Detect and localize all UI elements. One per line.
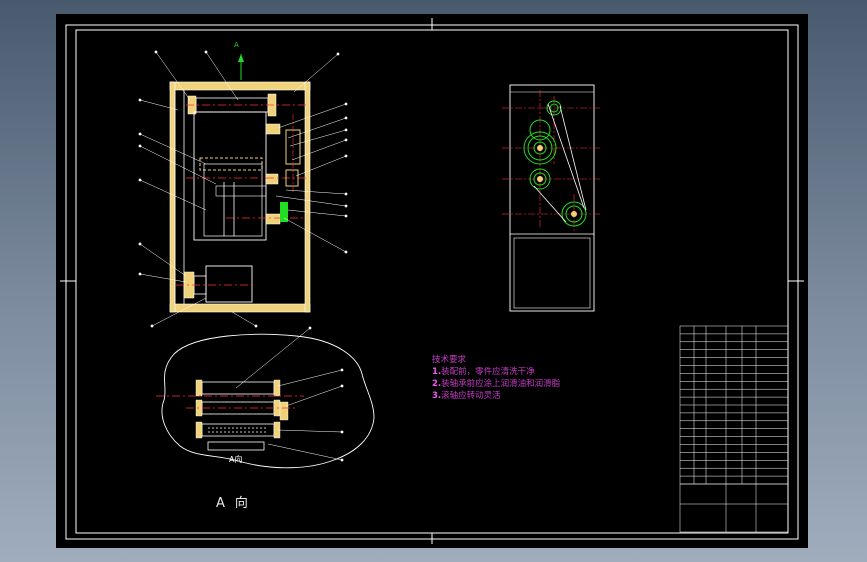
side-view — [502, 84, 602, 312]
note-1-text: 装配前，零件应清洗干净 — [441, 367, 535, 377]
note-1: 1.装配前，零件应清洗干净 — [432, 366, 560, 378]
view-a-letter: A — [216, 496, 235, 511]
drawing-canvas — [60, 18, 804, 544]
detail-view-a — [156, 326, 375, 469]
note-2-num: 2. — [432, 379, 442, 389]
note-1-num: 1. — [432, 367, 442, 377]
note-2: 2.装轴承前应涂上润滑油和润滑脂 — [432, 378, 560, 390]
view-a-label: A向 — [216, 492, 258, 511]
section-arrow-label: A — [234, 41, 239, 49]
sheet-border-outer — [65, 24, 799, 540]
title-block — [679, 325, 789, 533]
note-3: 3.滚轴应转动灵活 — [432, 390, 560, 402]
note-2-text: 装轴承前应涂上润滑油和润滑脂 — [441, 379, 561, 389]
technical-notes: 技术要求 1.装配前，零件应清洗干净 2.装轴承前应涂上润滑油和润滑脂 3.滚轴… — [432, 354, 560, 402]
detail-inset-label: A向 — [229, 455, 243, 464]
tech-requirements-title: 技术要求 — [432, 355, 467, 365]
section-view — [138, 50, 348, 328]
note-3-num: 3. — [432, 391, 442, 401]
note-3-text: 滚轴应转动灵活 — [441, 391, 501, 401]
view-a-direction: 向 — [234, 496, 258, 511]
cad-viewport[interactable]: 技术要求 1.装配前，零件应清洗干净 2.装轴承前应涂上润滑油和润滑脂 3.滚轴… — [56, 14, 808, 548]
